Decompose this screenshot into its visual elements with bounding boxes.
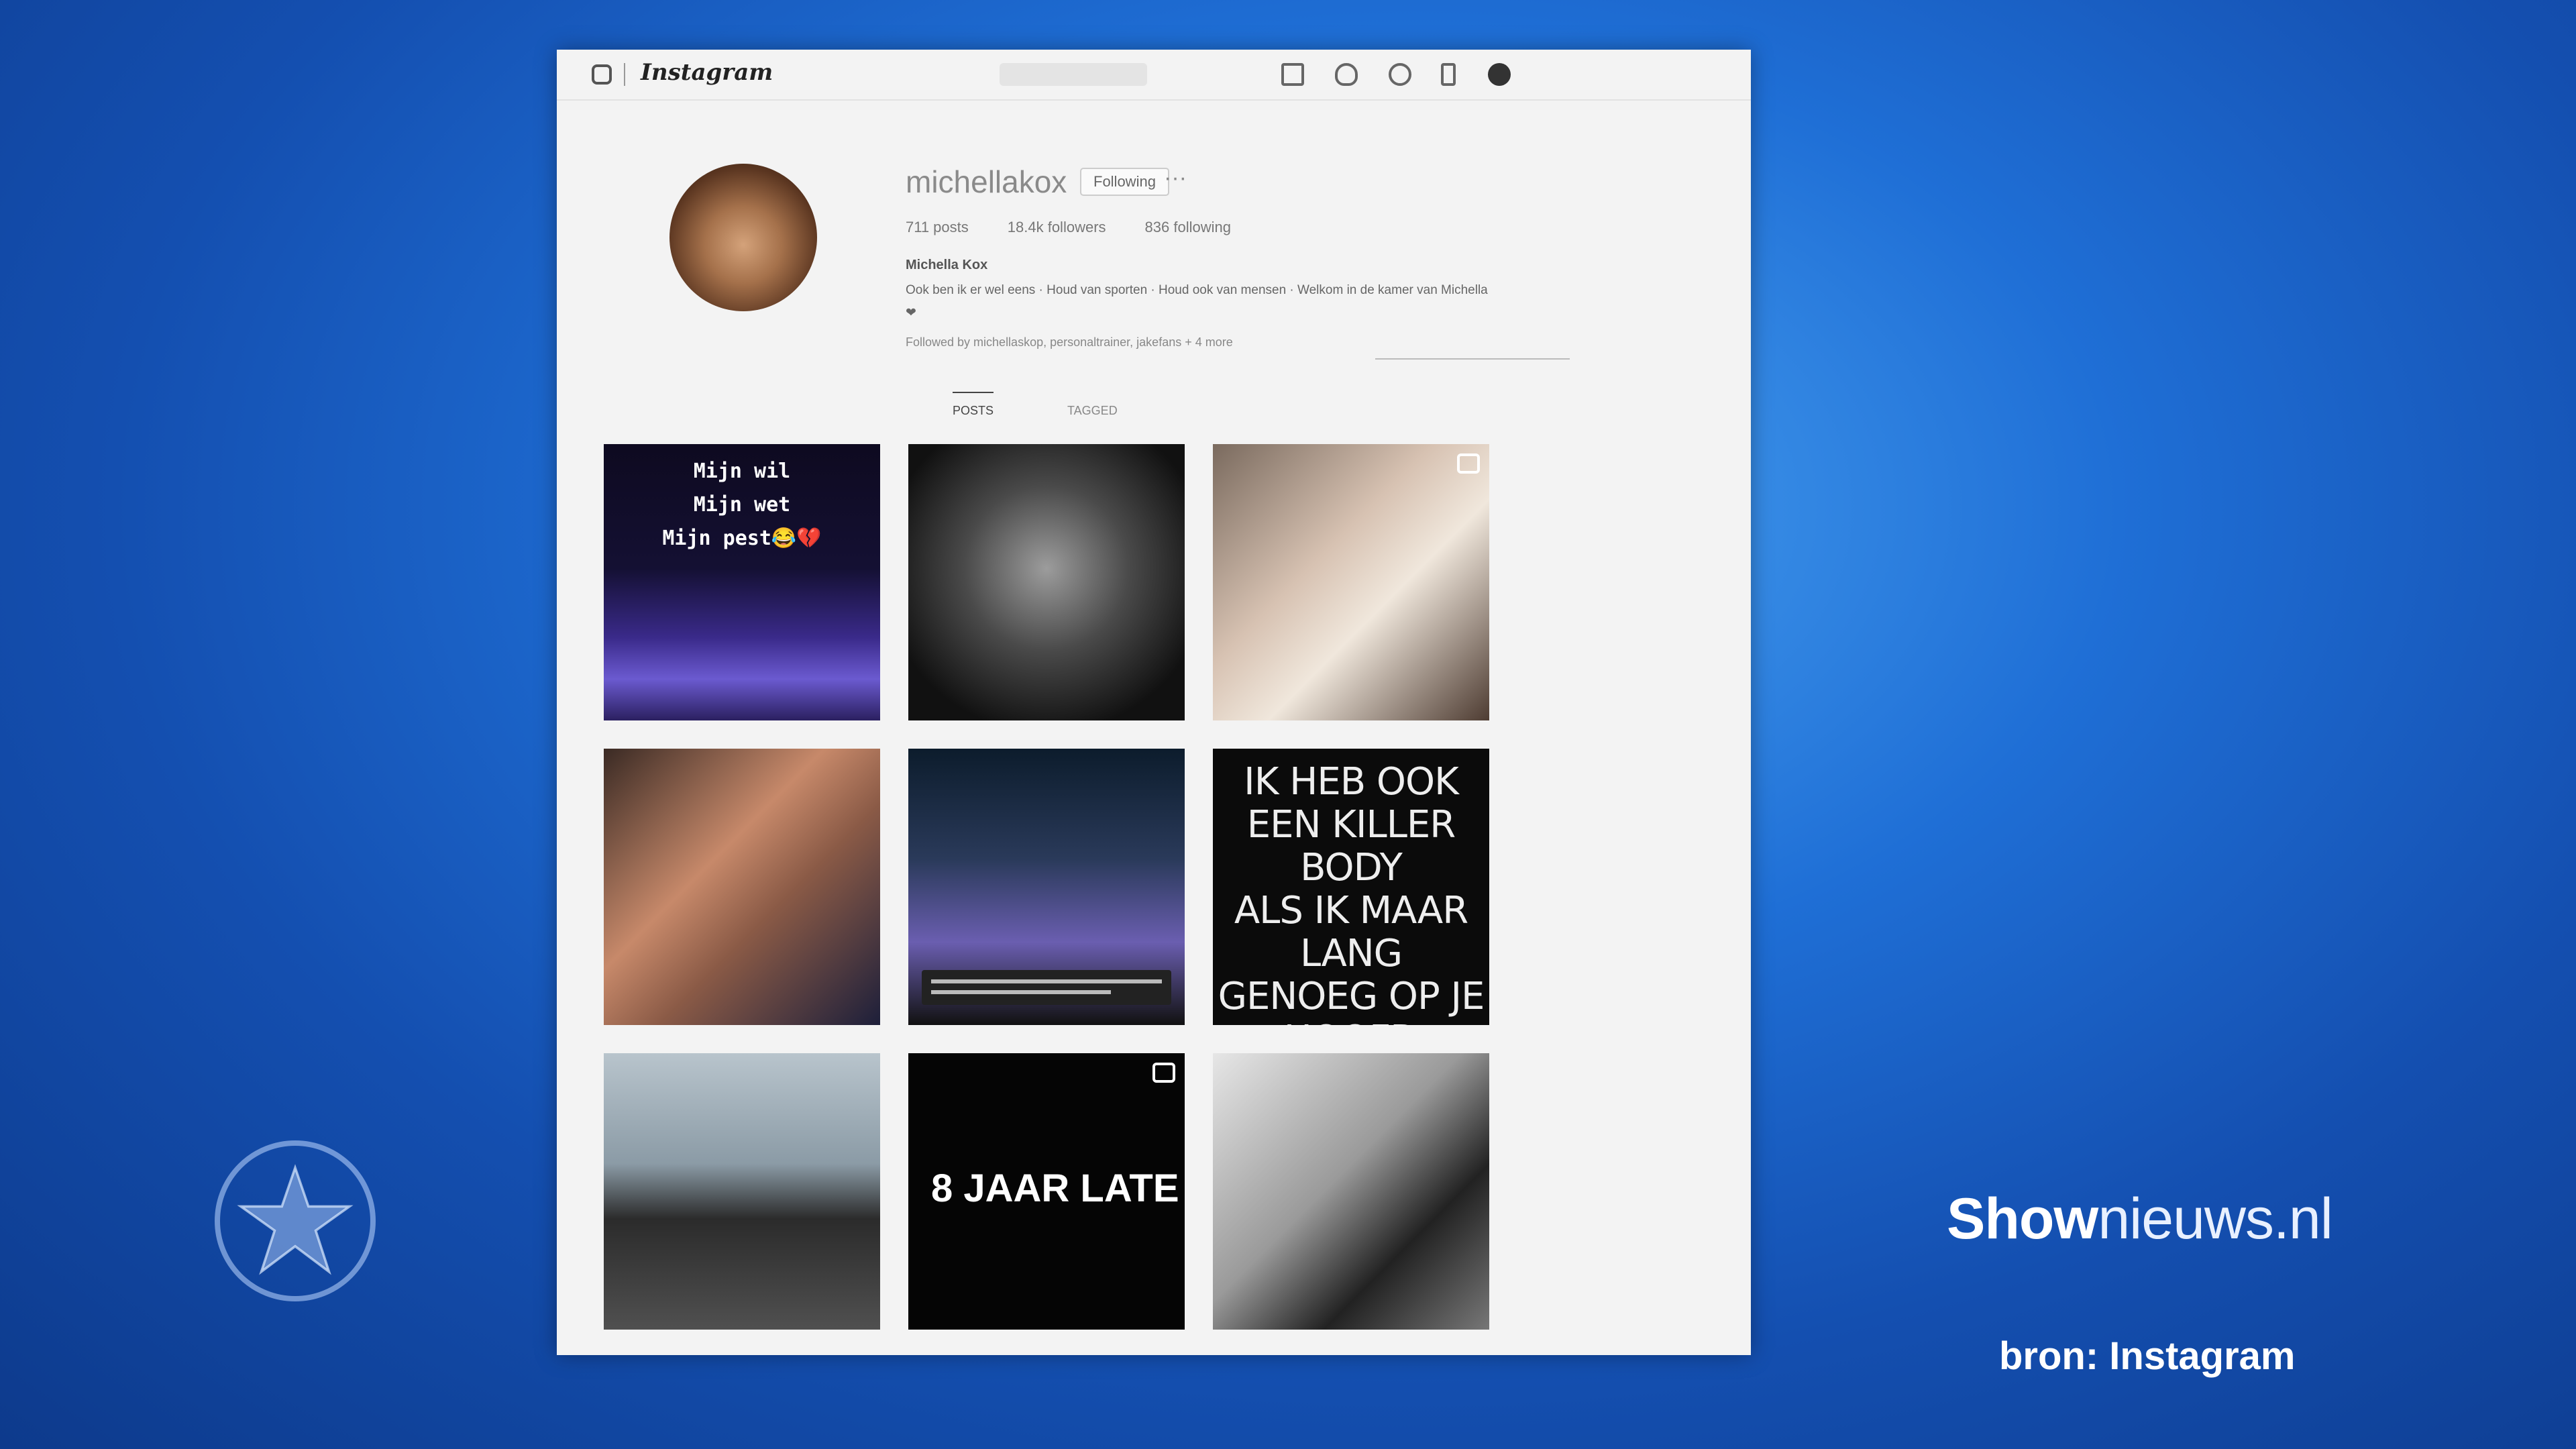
more-options-icon[interactable]: ··· xyxy=(1164,165,1187,191)
account-avatar-icon[interactable] xyxy=(1488,63,1511,86)
video-badge-icon xyxy=(1152,1063,1175,1083)
profile-avatar[interactable] xyxy=(669,164,817,311)
post-tile[interactable]: Mijn wil Mijn wet Mijn pest😂💔 xyxy=(604,444,880,720)
post-tile[interactable] xyxy=(1213,444,1489,720)
profile-bio: Ook ben ik er wel eens · Houd van sporte… xyxy=(906,283,1488,320)
profile-icon[interactable] xyxy=(1389,63,1411,86)
brand-show: Show xyxy=(1947,1187,2098,1251)
top-navigation-bar: Instagram xyxy=(557,50,1751,101)
instagram-screen: Instagram michellakox Following ··· 711 … xyxy=(557,50,1751,1355)
instagram-wordmark[interactable]: Instagram xyxy=(641,59,773,86)
shownieuws-logo: Shownieuws.nl xyxy=(1947,1186,2333,1252)
nav-separator xyxy=(624,63,625,86)
following-button[interactable]: Following xyxy=(1080,168,1169,196)
home-icon[interactable] xyxy=(1281,63,1304,86)
post-text: IK HEB OOK EEN KILLER BODY ALS IK MAAR L… xyxy=(1218,760,1485,1026)
post-tile[interactable] xyxy=(1213,1053,1489,1330)
tab-tagged[interactable]: TAGGED xyxy=(1067,404,1118,418)
post-text: Mijn wil Mijn wet Mijn pest😂💔 xyxy=(662,460,822,550)
heart-icon[interactable] xyxy=(1335,63,1358,86)
profile-tabs: POSTS TAGGED xyxy=(953,392,1118,418)
post-text: 8 JAAR LATE xyxy=(931,1167,1179,1210)
profile-username: michellakox xyxy=(906,164,1067,199)
followed-by-text[interactable]: Followed by michellaskop, personaltraine… xyxy=(906,335,1233,350)
stat-following[interactable]: 836 following xyxy=(1145,219,1231,236)
tab-posts[interactable]: POSTS xyxy=(953,392,994,418)
profile-divider xyxy=(1375,358,1570,360)
instagram-camera-icon[interactable] xyxy=(592,64,612,85)
post-tile[interactable]: IK HEB OOK EEN KILLER BODY ALS IK MAAR L… xyxy=(1213,749,1489,1025)
search-input[interactable] xyxy=(1000,63,1147,86)
profile-stats: 711 posts 18.4k followers 836 following xyxy=(906,219,1231,236)
phone-icon[interactable] xyxy=(1441,63,1456,86)
post-tile[interactable] xyxy=(604,1053,880,1330)
stat-posts[interactable]: 711 posts xyxy=(906,219,969,236)
profile-display-name: Michella Kox xyxy=(906,258,988,272)
posts-grid: Mijn wil Mijn wet Mijn pest😂💔 IK HEB OOK… xyxy=(604,444,1489,1330)
post-tile[interactable]: 8 JAAR LATE xyxy=(908,1053,1185,1330)
post-caption-bar xyxy=(922,970,1171,1005)
post-tile[interactable] xyxy=(908,749,1185,1025)
brand-nieuws: nieuws.nl xyxy=(2098,1187,2333,1251)
star-emblem-icon xyxy=(215,1140,376,1301)
post-tile[interactable] xyxy=(604,749,880,1025)
stat-followers[interactable]: 18.4k followers xyxy=(1008,219,1106,236)
source-credit: bron: Instagram xyxy=(1999,1334,2296,1378)
video-badge-icon xyxy=(1457,453,1480,474)
post-tile[interactable] xyxy=(908,444,1185,720)
